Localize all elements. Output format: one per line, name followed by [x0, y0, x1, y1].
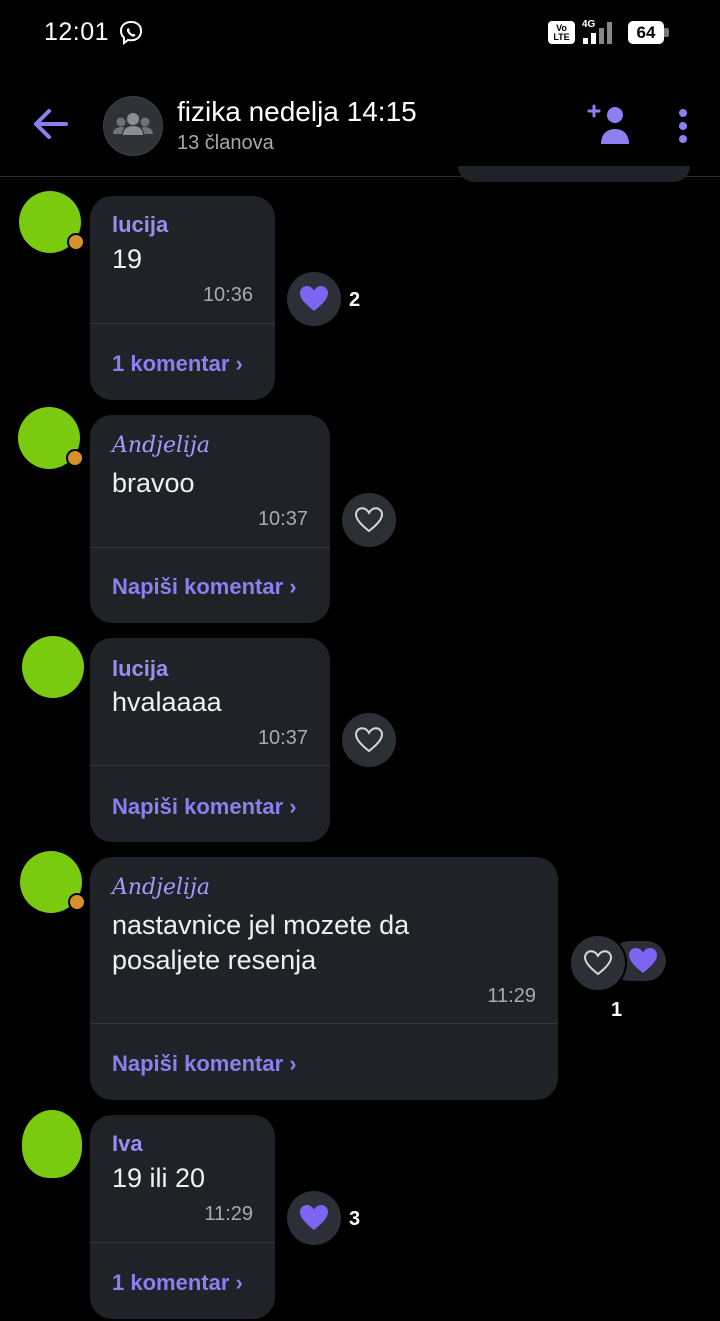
message-bubble[interactable]: Andjelija nastavnice jel mozete da posal… — [90, 857, 558, 1100]
member-count: 13 članova — [177, 132, 274, 154]
bubble-divider — [90, 547, 330, 548]
comments-link-label: Napiši komentar — [112, 574, 284, 599]
like-button[interactable] — [569, 934, 627, 992]
chevron-right-icon: › — [235, 1270, 243, 1295]
message-bubble[interactable]: Andjelija bravoo 10:37 Napiši komentar › — [90, 415, 330, 623]
chevron-right-icon: › — [289, 794, 297, 819]
bubble-divider — [90, 765, 330, 766]
like-button[interactable] — [342, 713, 396, 767]
comments-link-label: 1 komentar — [112, 1270, 230, 1295]
message-author[interactable]: Iva — [112, 1131, 143, 1157]
battery-icon: 64 — [628, 21, 664, 44]
heart-filled-icon — [300, 286, 328, 311]
like-count: 3 — [349, 1208, 361, 1230]
signal-icon: 4G — [582, 19, 612, 44]
message-time: 10:37 — [257, 727, 308, 749]
message-text: 19 — [112, 244, 143, 274]
message-author[interactable]: lucija — [112, 656, 168, 682]
comments-link[interactable]: 1 komentar › — [112, 351, 243, 377]
avatar[interactable] — [19, 191, 85, 253]
volte-icon: Vo LTE — [548, 21, 575, 44]
message-text: bravoo — [112, 468, 195, 498]
message-time: 10:37 — [257, 508, 308, 530]
like-count: 2 — [349, 289, 361, 311]
comments-link-label: Napiši komentar — [112, 794, 284, 819]
like-button[interactable] — [342, 493, 396, 547]
message-bubble[interactable]: lucija hvalaaaa 10:37 Napiši komentar › — [90, 638, 330, 842]
message-text-line-1: nastavnice jel mozete da — [112, 910, 410, 940]
heart-outline-icon — [354, 507, 384, 533]
avatar-badge — [66, 449, 84, 467]
avatar[interactable] — [22, 636, 84, 698]
comments-link-label: 1 komentar — [112, 351, 230, 376]
message-text-line-2: posaljete resenja — [112, 945, 317, 975]
avatar[interactable] — [22, 1110, 82, 1178]
comments-link-label: Napiši komentar — [112, 1051, 284, 1076]
message-time: 11:29 — [204, 1203, 253, 1225]
group-name[interactable]: fizika nedelja 14:15 — [177, 96, 417, 128]
message-text: hvalaaaa — [112, 687, 222, 717]
chevron-right-icon: › — [235, 351, 243, 376]
chat-header: fizika nedelja 14:15 13 članova — [0, 68, 720, 177]
like-button[interactable] — [287, 1191, 341, 1245]
message-bubble[interactable]: Iva 19 ili 20 11:29 1 komentar › — [90, 1115, 275, 1319]
comments-link[interactable]: 1 komentar › — [112, 1270, 243, 1296]
more-options-icon[interactable] — [672, 108, 694, 144]
heart-outline-icon — [354, 727, 384, 753]
comments-link[interactable]: Napiši komentar › — [112, 794, 297, 820]
network-type: 4G — [582, 19, 596, 30]
add-member-icon[interactable] — [585, 102, 633, 148]
chevron-right-icon: › — [289, 1051, 297, 1076]
heart-filled-icon — [300, 1205, 328, 1230]
message-author[interactable]: Andjelija — [112, 433, 210, 458]
message-text: 19 ili 20 — [112, 1163, 206, 1193]
bubble-divider — [90, 1023, 558, 1024]
bubble-divider — [90, 1242, 275, 1243]
avatar[interactable] — [20, 851, 86, 913]
status-bar: 12:01 Vo LTE 4G 64 — [0, 0, 720, 68]
group-icon — [113, 113, 153, 135]
back-arrow-icon[interactable] — [30, 106, 72, 142]
previous-message-edge — [458, 166, 690, 182]
message-bubble[interactable]: lucija 19 10:36 1 komentar › — [90, 196, 275, 400]
comments-link[interactable]: Napiši komentar › — [112, 574, 297, 600]
status-time: 12:01 — [44, 18, 110, 46]
battery-cap — [664, 28, 669, 37]
like-button[interactable] — [287, 272, 341, 326]
chevron-right-icon: › — [289, 574, 297, 599]
message-time: 10:36 — [202, 284, 253, 306]
avatar-badge — [68, 893, 86, 911]
comments-link[interactable]: Napiši komentar › — [112, 1051, 297, 1077]
avatar[interactable] — [18, 407, 84, 469]
heart-outline-icon — [583, 950, 613, 976]
message-time: 11:29 — [487, 985, 536, 1007]
message-author[interactable]: lucija — [112, 212, 168, 238]
heart-filled-icon — [629, 948, 657, 973]
message-author[interactable]: Andjelija — [112, 875, 210, 900]
like-count: 1 — [611, 999, 623, 1021]
avatar-badge — [67, 233, 85, 251]
bubble-divider — [90, 323, 275, 324]
viber-icon — [119, 20, 143, 45]
group-avatar[interactable] — [103, 96, 163, 156]
